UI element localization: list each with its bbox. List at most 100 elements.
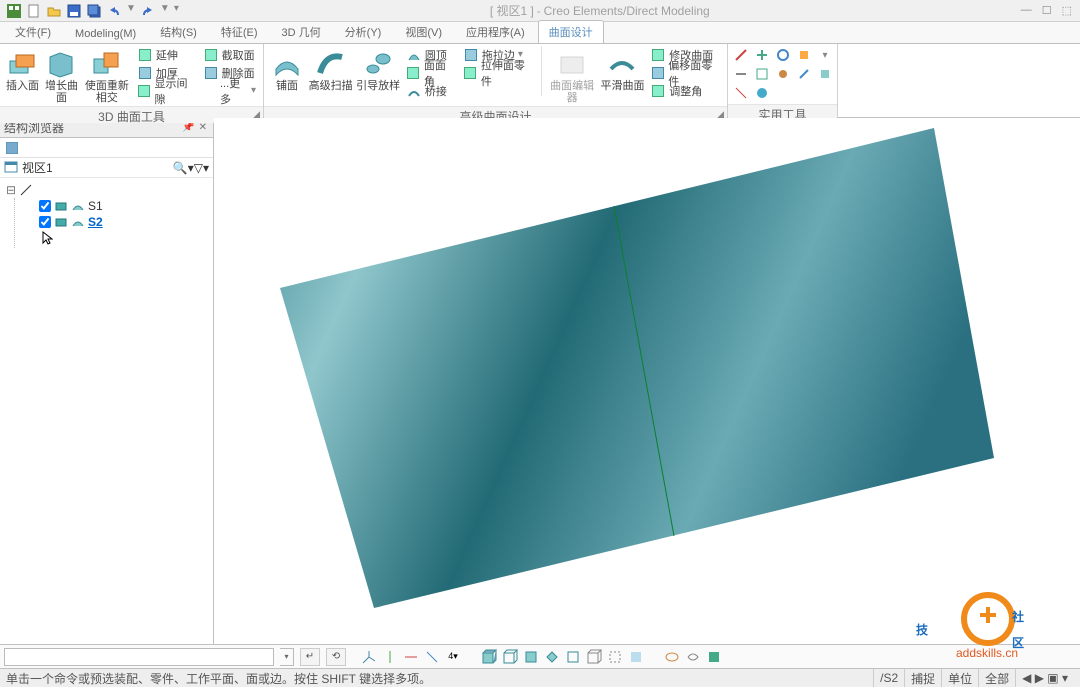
util-tool-3[interactable]: [774, 46, 792, 64]
axis-y-icon[interactable]: [381, 648, 399, 666]
command-input[interactable]: [4, 648, 274, 666]
status-unit[interactable]: 单位: [941, 669, 978, 687]
skin-button[interactable]: 铺面: [268, 46, 306, 92]
browser-tool-icon[interactable]: [4, 140, 20, 156]
axis-icon[interactable]: [360, 648, 378, 666]
tab-file[interactable]: 文件(F): [4, 20, 62, 43]
new-icon[interactable]: [26, 3, 42, 19]
viewport-3d[interactable]: [214, 118, 1080, 644]
viewport-label: 视区1: [22, 159, 53, 176]
view-top-icon[interactable]: [543, 648, 561, 666]
view-wire-icon[interactable]: [585, 648, 603, 666]
status-active-part[interactable]: /S2: [873, 669, 904, 687]
util-tool-1[interactable]: [732, 46, 750, 64]
search-icon[interactable]: 🔍▾: [173, 161, 194, 175]
tree-root[interactable]: ⊟: [6, 182, 207, 198]
visibility-checkbox[interactable]: [39, 200, 51, 212]
axis-z-icon[interactable]: [423, 648, 441, 666]
surface-editor-button: 曲面编辑器: [547, 46, 598, 104]
redo-dropdown-icon[interactable]: ▼: [160, 3, 170, 19]
tab-application[interactable]: 应用程序(A): [455, 20, 536, 43]
face-angle-button[interactable]: 面面角: [403, 64, 458, 81]
status-all[interactable]: 全部: [978, 669, 1015, 687]
tab-feature[interactable]: 特征(E): [210, 20, 269, 43]
smooth-surface-button[interactable]: 平滑曲面: [600, 46, 645, 92]
browser-close-icon[interactable]: ✕: [197, 122, 209, 133]
tab-view[interactable]: 视图(V): [394, 20, 453, 43]
tab-structure[interactable]: 结构(S): [149, 20, 208, 43]
browser-viewport-row[interactable]: 视区1 🔍▾ ▽▾: [0, 158, 213, 178]
util-tool-5[interactable]: ▾: [816, 46, 834, 64]
util-tool-6[interactable]: [732, 65, 750, 83]
open-icon[interactable]: [46, 3, 62, 19]
util-tool-12[interactable]: [753, 84, 771, 102]
visibility-checkbox[interactable]: [39, 216, 51, 228]
tab-analysis[interactable]: 分析(Y): [334, 20, 393, 43]
ribbon-panel-utilities: ▾ 实用工具: [728, 44, 838, 117]
save-icon[interactable]: [66, 3, 82, 19]
ribbon-tabs: 文件(F) Modeling(M) 结构(S) 特征(E) 3D 几何 分析(Y…: [0, 22, 1080, 44]
undo-icon[interactable]: [106, 3, 122, 19]
view-side-icon[interactable]: [564, 648, 582, 666]
part-icon: [54, 215, 68, 229]
command-bar: ▾ ↵ ⟲ 4▾: [0, 644, 1080, 668]
view-toolbar-2: [480, 648, 645, 666]
util-tool-4[interactable]: [795, 46, 813, 64]
util-tool-8[interactable]: [774, 65, 792, 83]
view-cube-icon[interactable]: [480, 648, 498, 666]
insert-face-button[interactable]: 插入面: [4, 46, 41, 92]
minimize-button[interactable]: —: [1021, 4, 1032, 17]
view-iso-icon[interactable]: [501, 648, 519, 666]
redo-icon[interactable]: [140, 3, 156, 19]
tree-item-s2[interactable]: S2: [39, 214, 207, 230]
command-history-dropdown[interactable]: ▾: [280, 648, 294, 666]
surface-model[interactable]: [280, 128, 994, 608]
tab-surface-design[interactable]: 曲面设计: [538, 20, 604, 43]
undo-dropdown-icon[interactable]: ▼: [126, 3, 136, 19]
section-icon[interactable]: [705, 648, 723, 666]
extrude-surface-part-button[interactable]: 拉伸面零件: [460, 64, 536, 81]
util-tool-10[interactable]: [816, 65, 834, 83]
show-gap-button[interactable]: 显示间隙: [134, 82, 198, 99]
advanced-sweep-button[interactable]: 高级扫描: [308, 46, 353, 92]
util-tool-11[interactable]: [732, 84, 750, 102]
tab-3d-geometry[interactable]: 3D 几何: [271, 20, 332, 43]
save-all-icon[interactable]: [86, 3, 102, 19]
content-area: 结构浏览器 📌 ✕ 视区1 🔍▾ ▽▾ ⊟: [0, 118, 1080, 644]
browser-pin-icon[interactable]: 📌: [180, 122, 196, 133]
extend-surface-button[interactable]: 增长曲面: [43, 46, 80, 104]
app-menu-button[interactable]: [6, 3, 22, 19]
zoom-icon[interactable]: [684, 648, 702, 666]
bridge-button[interactable]: 桥接: [403, 82, 458, 99]
guided-loft-button[interactable]: 引导放样: [355, 46, 400, 92]
enter-button[interactable]: ↵: [300, 648, 320, 666]
close-button[interactable]: ⬚: [1062, 4, 1072, 17]
maximize-button[interactable]: ☐: [1042, 4, 1052, 17]
trim-face-button[interactable]: 截取面: [200, 46, 259, 63]
more-button[interactable]: ...更多▾: [200, 82, 259, 99]
view-front-icon[interactable]: [522, 648, 540, 666]
fit-icon[interactable]: [663, 648, 681, 666]
view-shade-icon[interactable]: [627, 648, 645, 666]
status-bar: 单击一个命令或预选装配、零件、工作平面、面或边。按住 SHIFT 键选择多项。 …: [0, 668, 1080, 687]
util-tool-2[interactable]: [753, 46, 771, 64]
extend-button[interactable]: 延伸: [134, 46, 198, 63]
tab-modeling[interactable]: Modeling(M): [64, 24, 147, 43]
window-title: [ 视区1 ] - Creo Elements/Direct Modeling: [179, 2, 1021, 19]
status-snap[interactable]: 捕捉: [904, 669, 941, 687]
adjust-angle-button[interactable]: 调整角: [647, 82, 723, 99]
util-tool-9[interactable]: [795, 65, 813, 83]
surface-icon: [71, 199, 85, 213]
filter-icon[interactable]: ▽▾: [194, 161, 209, 175]
status-nav-icons[interactable]: ◀ ▶ ▣ ▾: [1015, 669, 1074, 687]
cancel-button[interactable]: ⟲: [326, 648, 346, 666]
expand-icon[interactable]: ⊟: [6, 183, 16, 197]
reintersect-face-button[interactable]: 使面重新相交: [82, 46, 132, 104]
axis-x-icon[interactable]: [402, 648, 420, 666]
part-icon: [54, 199, 68, 213]
offset-face-part-button[interactable]: 偏移面零件: [647, 64, 723, 81]
axis-more-icon[interactable]: 4▾: [444, 648, 462, 666]
tree-item-s1[interactable]: S1: [39, 198, 207, 214]
view-hidden-icon[interactable]: [606, 648, 624, 666]
util-tool-7[interactable]: [753, 65, 771, 83]
